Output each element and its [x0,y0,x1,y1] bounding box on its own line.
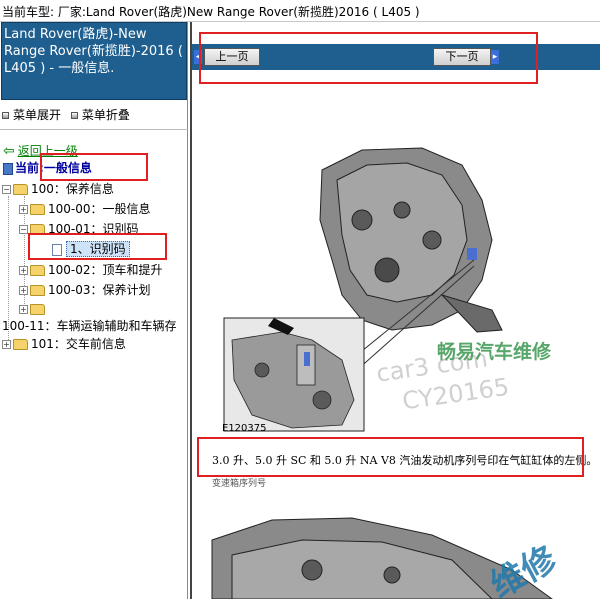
expand-toggle-icon[interactable]: + [19,266,28,275]
folder-icon [30,265,45,276]
watermark-brand: 畅易汽车维修 [437,341,552,363]
highlight-box [28,233,167,260]
figure-reference: E120375 [222,423,267,434]
folder-icon [30,285,45,296]
collapse-toggle-icon[interactable]: − [2,185,11,194]
collapse-all-button[interactable]: 菜单折叠 [70,108,130,122]
section-subheading: 变速箱序列号 [212,479,267,489]
expand-toggle-icon[interactable]: + [19,205,28,214]
engine-drawing [319,147,503,333]
tree-node-100-11[interactable]: 100-11：车辆运输辅助和车辆存 [2,318,177,334]
back-arrow-icon: ⇦ [3,143,15,159]
tree-node-100[interactable]: −100：保养信息 [2,181,114,197]
tree-node-empty[interactable]: + [19,301,48,317]
tree-node-101[interactable]: +101：交车前信息 [2,336,126,352]
sidebar-divider [0,129,188,130]
expand-toggle-icon[interactable]: + [19,286,28,295]
document-view [192,70,600,599]
tree-node-100-00[interactable]: +100-00：一般信息 [19,201,151,217]
window-title: 当前车型: 厂家:Land Rover(路虎)New Range Rover(新… [0,0,600,22]
expand-all-button[interactable]: 菜单展开 [2,108,61,122]
highlight-box [40,153,148,181]
folder-icon [30,204,45,215]
expand-toggle-icon[interactable]: + [2,340,11,349]
tree-node-100-03[interactable]: +100-03：保养计划 [19,282,151,298]
expand-icon [2,112,9,119]
engine-illustration [211,147,553,599]
folder-icon [13,339,28,350]
menu-toggle-row: 菜单展开 菜单折叠 [2,106,136,123]
book-icon [3,162,13,175]
sidebar-header: Land Rover(路虎)-New Range Rover(新揽胜)-2016… [1,22,187,100]
folder-icon [30,304,45,315]
tree-node-100-02[interactable]: +100-02：顶车和提升 [19,262,163,278]
highlight-box [197,437,584,477]
expand-toggle-icon[interactable]: + [19,305,28,314]
folder-open-icon [13,184,28,195]
collapse-icon [70,112,78,119]
collapse-toggle-icon[interactable]: − [19,225,28,234]
